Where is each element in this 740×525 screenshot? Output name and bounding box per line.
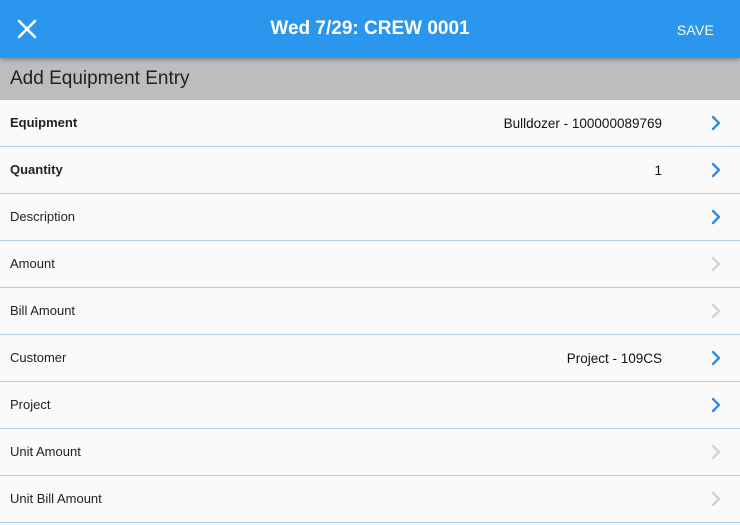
field-label: Project	[10, 397, 51, 412]
field-label: Customer	[10, 350, 67, 365]
chevron-right-icon	[710, 303, 722, 319]
close-icon	[17, 19, 37, 39]
field-label: Amount	[10, 256, 55, 271]
section-title: Add Equipment Entry	[0, 58, 740, 100]
page-title: Wed 7/29: CREW 0001	[270, 18, 470, 39]
chevron-right-icon	[710, 491, 722, 507]
field-row-project[interactable]: Project	[0, 382, 740, 429]
field-label: Quantity	[10, 162, 63, 177]
chevron-right-icon	[710, 209, 722, 225]
field-value: Project - 109CS	[566, 351, 662, 366]
field-row-customer[interactable]: Customer Project - 109CS	[0, 335, 740, 382]
top-app-bar: Wed 7/29: CREW 0001 SAVE	[0, 0, 740, 58]
field-list: Equipment Bulldozer - 100000089769 Quant…	[0, 100, 740, 523]
save-button[interactable]: SAVE	[677, 0, 714, 58]
field-row-amount[interactable]: Amount	[0, 241, 740, 288]
field-label: Description	[10, 209, 76, 224]
chevron-right-icon	[710, 115, 722, 131]
close-button[interactable]	[14, 16, 40, 42]
chevron-right-icon	[710, 162, 722, 178]
field-label: Unit Bill Amount	[10, 491, 102, 506]
chevron-right-icon	[710, 350, 722, 366]
chevron-right-icon	[710, 397, 722, 413]
field-label: Bill Amount	[10, 303, 76, 318]
field-label: Equipment	[10, 115, 78, 130]
chevron-right-icon	[710, 444, 722, 460]
field-label: Unit Amount	[10, 444, 81, 459]
field-row-bill-amount[interactable]: Bill Amount	[0, 288, 740, 335]
chevron-right-icon	[710, 256, 722, 272]
field-row-description[interactable]: Description	[0, 194, 740, 241]
field-value: Bulldozer - 100000089769	[503, 116, 662, 131]
field-value: 1	[654, 163, 662, 178]
app-window: Wed 7/29: CREW 0001 SAVE Add Equipment E…	[0, 0, 740, 525]
field-row-unit-amount[interactable]: Unit Amount	[0, 429, 740, 476]
field-row-quantity[interactable]: Quantity 1	[0, 147, 740, 194]
field-row-unit-bill-amount[interactable]: Unit Bill Amount	[0, 476, 740, 523]
field-row-equipment[interactable]: Equipment Bulldozer - 100000089769	[0, 100, 740, 147]
